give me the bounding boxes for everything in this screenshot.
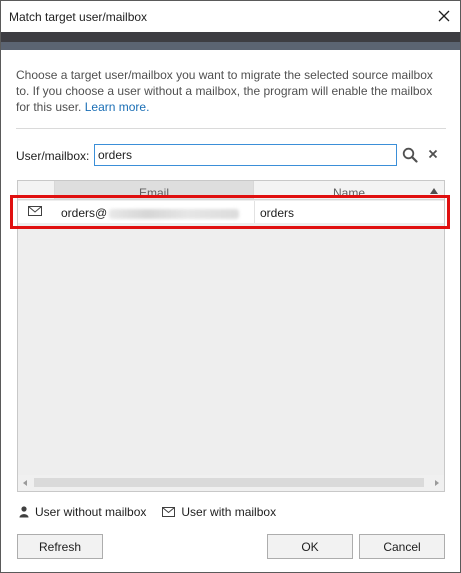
grid-header: Email Name: [18, 181, 444, 200]
scroll-right-icon[interactable]: [435, 480, 439, 486]
column-header-name-label: Name: [332, 186, 365, 200]
mailbox-grid[interactable]: Email Name orders@ orders: [17, 180, 445, 492]
legend-user-without-mailbox-label: User without mailbox: [35, 505, 147, 519]
legend: User without mailbox User with mailbox: [19, 505, 292, 519]
description: Choose a target user/mailbox you want to…: [16, 67, 446, 115]
row-email: orders@: [61, 206, 240, 220]
column-separator: [254, 201, 255, 223]
description-text: Choose a target user/mailbox you want to…: [16, 68, 433, 114]
row-name: orders: [260, 206, 295, 220]
cancel-button[interactable]: Cancel: [359, 534, 445, 559]
user-mailbox-input[interactable]: [94, 144, 397, 166]
scroll-left-icon[interactable]: [23, 480, 27, 486]
refresh-button[interactable]: Refresh: [17, 534, 103, 559]
close-icon: [438, 10, 450, 22]
match-target-dialog: Match target user/mailbox Choose a targe…: [0, 0, 461, 573]
mail-icon: [28, 206, 42, 216]
dialog-title: Match target user/mailbox: [9, 10, 148, 24]
header-band-accent: [1, 42, 460, 50]
clear-icon: [428, 149, 438, 159]
title-bar: Match target user/mailbox: [1, 1, 460, 32]
mail-icon: [162, 507, 176, 517]
row-email-prefix: orders@: [61, 206, 108, 220]
legend-user-with-mailbox-label: User with mailbox: [181, 505, 277, 519]
scrollbar-thumb[interactable]: [34, 478, 424, 487]
user-icon: [19, 506, 29, 518]
horizontal-scrollbar[interactable]: [18, 475, 444, 491]
header-band: [1, 32, 460, 42]
table-row[interactable]: orders@ orders: [18, 201, 444, 223]
column-header-icon[interactable]: [18, 181, 55, 199]
column-header-name[interactable]: Name: [254, 181, 444, 200]
legend-user-without-mailbox: User without mailbox: [19, 505, 146, 519]
divider: [16, 128, 446, 129]
row-email-domain-redacted: [109, 208, 240, 219]
clear-button[interactable]: [426, 147, 440, 163]
learn-more-link[interactable]: Learn more.: [85, 100, 150, 114]
search-icon: [402, 147, 418, 163]
close-button[interactable]: [434, 6, 454, 26]
user-mailbox-label: User/mailbox:: [16, 149, 90, 163]
search-button[interactable]: [402, 147, 418, 163]
ok-button[interactable]: OK: [267, 534, 353, 559]
sort-ascending-icon: [430, 188, 438, 194]
column-header-email[interactable]: Email: [55, 181, 254, 200]
legend-user-with-mailbox: User with mailbox: [162, 505, 276, 519]
